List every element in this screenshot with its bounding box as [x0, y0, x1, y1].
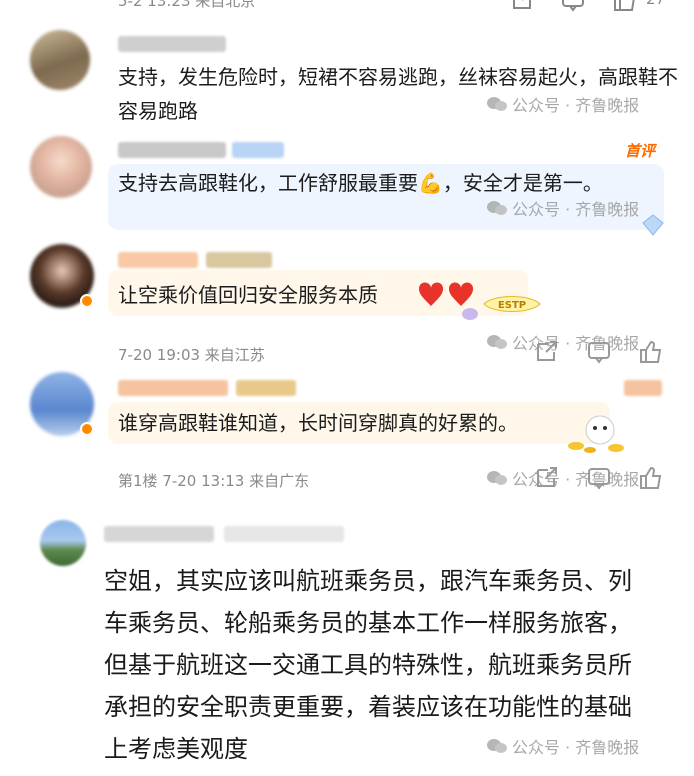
avatar[interactable] — [40, 520, 86, 566]
sticker-text: ESTP — [498, 300, 526, 311]
username[interactable] — [104, 526, 214, 542]
user-badge — [232, 142, 284, 158]
diamond-decoration-icon — [642, 214, 664, 236]
tag: 首评 — [625, 142, 656, 160]
share-icon[interactable] — [534, 340, 560, 364]
watermark: 公众号 · 齐鲁晚报 — [486, 734, 639, 758]
user-badge — [236, 380, 296, 396]
wechat-icon — [487, 739, 507, 753]
avatar[interactable] — [30, 30, 90, 90]
top-meta: 5-2 13:23 来自北京 — [118, 0, 256, 10]
comment-icon[interactable] — [560, 0, 586, 12]
share-icon[interactable] — [534, 466, 560, 490]
vip-badge — [80, 422, 94, 436]
comment-text: 谁穿高跟鞋谁知道，长时间穿脚真的好累的。 — [118, 411, 518, 435]
username[interactable] — [118, 142, 226, 158]
estp-sticker-icon: ESTP — [458, 290, 544, 328]
comment-meta: 7-20 19:03 来自江苏 — [118, 346, 265, 364]
user-badge — [624, 380, 662, 396]
share-icon[interactable] — [510, 0, 536, 12]
comment-meta: 第1楼 7-20 13:13 来自广东 — [118, 472, 310, 490]
avatar[interactable] — [30, 136, 92, 198]
watermark: 公众号 · 齐鲁晚报 — [486, 92, 639, 116]
watermark: 公众号 · 齐鲁晚报 — [486, 330, 639, 354]
like-icon[interactable] — [638, 466, 664, 490]
wechat-icon — [487, 201, 507, 215]
user-badge — [206, 252, 272, 268]
username[interactable] — [118, 36, 226, 52]
wechat-icon — [487, 471, 507, 485]
username[interactable] — [118, 380, 228, 396]
wechat-icon — [487, 335, 507, 349]
wechat-icon — [487, 97, 507, 111]
comment-meta — [224, 526, 344, 542]
like-icon[interactable] — [612, 0, 638, 12]
like-count: 27 — [646, 0, 665, 8]
comment-icon[interactable] — [586, 340, 612, 364]
username[interactable] — [118, 252, 198, 268]
watermark: 公众号 · 齐鲁晚报 — [486, 196, 639, 220]
comment-text: 支持去高跟鞋化，工作舒服最重要💪，安全才是第一。 — [118, 171, 603, 195]
mascot-sticker-icon — [560, 412, 630, 458]
comment-icon[interactable] — [586, 466, 612, 490]
watermark: 公众号 · 齐鲁晚报 — [486, 466, 639, 490]
vip-badge — [80, 294, 94, 308]
like-icon[interactable] — [638, 340, 664, 364]
